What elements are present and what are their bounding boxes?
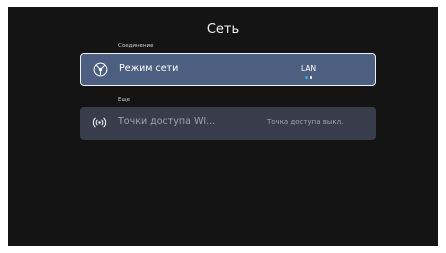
network-mode-item[interactable]: Режим сети LAN — [80, 53, 376, 86]
option-indicator-dots — [305, 76, 314, 79]
network-mode-label: Режим сети — [119, 63, 179, 74]
option-dot-active — [305, 76, 308, 79]
hotspot-status: Точка доступа выкл. — [267, 118, 344, 126]
hotspot-label: Точки доступа WI... — [118, 116, 216, 127]
hotspot-item[interactable]: Точки доступа WI... Точка доступа выкл. — [80, 107, 376, 140]
network-mode-value: LAN — [301, 64, 317, 73]
section-label-connection: Соединение — [118, 43, 154, 49]
tv-settings-screen: Сеть Соединение Режим сети LAN Еще Точки… — [8, 7, 438, 246]
wifi-hotspot-icon — [92, 117, 107, 128]
section-label-more: Еще — [118, 97, 131, 103]
option-dot — [309, 76, 312, 79]
page-title: Сеть — [206, 22, 240, 37]
network-globe-icon — [93, 62, 108, 77]
